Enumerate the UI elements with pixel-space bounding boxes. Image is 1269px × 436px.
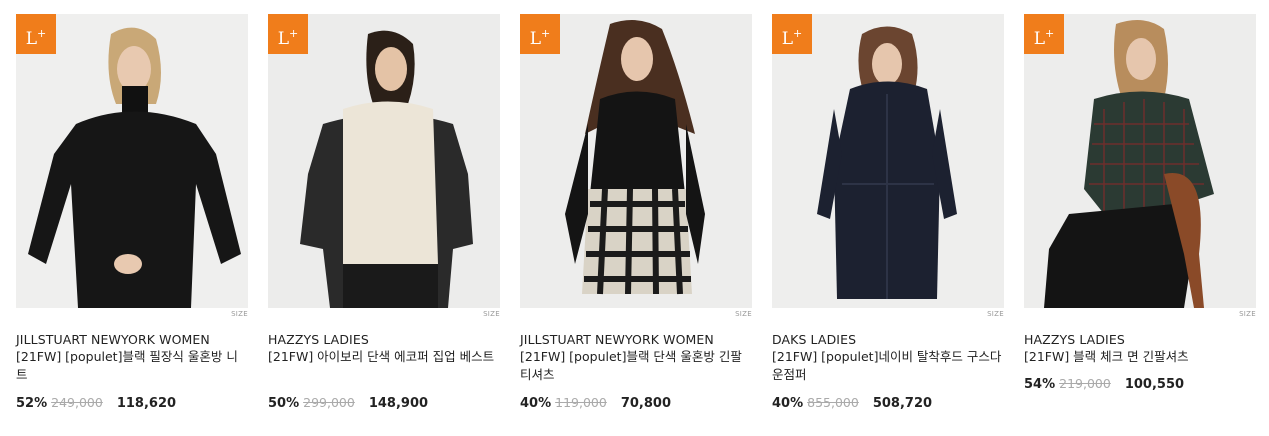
sale-price: 508,720: [872, 396, 933, 411]
product-name[interactable]: [21FW] 아이보리 단색 에코퍼 집업 베스트: [268, 348, 500, 366]
product-price: 40% 855,000 508,720: [772, 395, 932, 411]
discount-rate: 40%: [772, 396, 804, 411]
sale-price: 118,620: [116, 396, 177, 411]
discount-rate: 54%: [1024, 377, 1056, 392]
lplus-badge: L+: [268, 14, 308, 54]
product-price: 50% 299,000 148,900: [268, 395, 428, 411]
product-name[interactable]: [21FW] [populet]블랙 단색 울혼방 긴팔티셔츠: [520, 348, 752, 384]
sale-price: 148,900: [368, 396, 429, 411]
product-photo: [1024, 14, 1256, 308]
product-image[interactable]: L+: [268, 14, 500, 308]
product-card[interactable]: L+ SIZE DAKS LADIES [21FW] [populet]네이비 …: [772, 14, 1004, 411]
product-card[interactable]: L+ SIZE HAZZYS LADIES [21FW] 블랙 체크 면 긴팔셔…: [1024, 14, 1256, 392]
product-brand[interactable]: HAZZYS LADIES: [1024, 332, 1256, 347]
original-price: 219,000: [1059, 376, 1111, 391]
product-card[interactable]: L+ SIZE JILLSTUART NEWYORK WOMEN [21FW] …: [16, 14, 248, 411]
product-card[interactable]: L+ SIZE JILLSTUART NEWYORK WOMEN [21FW] …: [520, 14, 752, 411]
product-photo: [268, 14, 500, 308]
lplus-badge: L+: [520, 14, 560, 54]
size-label[interactable]: SIZE: [987, 310, 1004, 318]
sale-price: 100,550: [1124, 377, 1185, 392]
discount-rate: 40%: [520, 396, 552, 411]
size-label[interactable]: SIZE: [1239, 310, 1256, 318]
product-photo: [520, 14, 752, 308]
product-price: 54% 219,000 100,550: [1024, 376, 1184, 392]
product-brand[interactable]: JILLSTUART NEWYORK WOMEN: [520, 332, 752, 347]
product-name[interactable]: [21FW] 블랙 체크 면 긴팔셔츠: [1024, 348, 1256, 366]
discount-rate: 50%: [268, 396, 300, 411]
size-label[interactable]: SIZE: [483, 310, 500, 318]
product-price: 40% 119,000 70,800: [520, 395, 671, 411]
product-image[interactable]: L+: [16, 14, 248, 308]
product-photo: [772, 14, 1004, 308]
product-image[interactable]: L+: [772, 14, 1004, 308]
product-brand[interactable]: HAZZYS LADIES: [268, 332, 500, 347]
product-brand[interactable]: DAKS LADIES: [772, 332, 1004, 347]
product-card[interactable]: L+ SIZE HAZZYS LADIES [21FW] 아이보리 단색 에코퍼…: [268, 14, 500, 411]
product-photo: [16, 14, 248, 308]
lplus-badge: L+: [1024, 14, 1064, 54]
original-price: 249,000: [51, 395, 103, 410]
product-name[interactable]: [21FW] [populet]네이비 탈착후드 구스다운점퍼: [772, 348, 1004, 384]
product-image[interactable]: L+: [520, 14, 752, 308]
product-grid: L+ SIZE JILLSTUART NEWYORK WOMEN [21FW] …: [0, 0, 1269, 436]
lplus-badge: L+: [16, 14, 56, 54]
sale-price: 70,800: [620, 396, 671, 411]
discount-rate: 52%: [16, 396, 48, 411]
lplus-badge: L+: [772, 14, 812, 54]
product-price: 52% 249,000 118,620: [16, 395, 176, 411]
size-label[interactable]: SIZE: [735, 310, 752, 318]
original-price: 119,000: [555, 395, 607, 410]
product-image[interactable]: L+: [1024, 14, 1256, 308]
product-brand[interactable]: JILLSTUART NEWYORK WOMEN: [16, 332, 248, 347]
original-price: 855,000: [807, 395, 859, 410]
size-label[interactable]: SIZE: [231, 310, 248, 318]
original-price: 299,000: [303, 395, 355, 410]
product-name[interactable]: [21FW] [populet]블랙 필장식 울혼방 니트: [16, 348, 248, 384]
